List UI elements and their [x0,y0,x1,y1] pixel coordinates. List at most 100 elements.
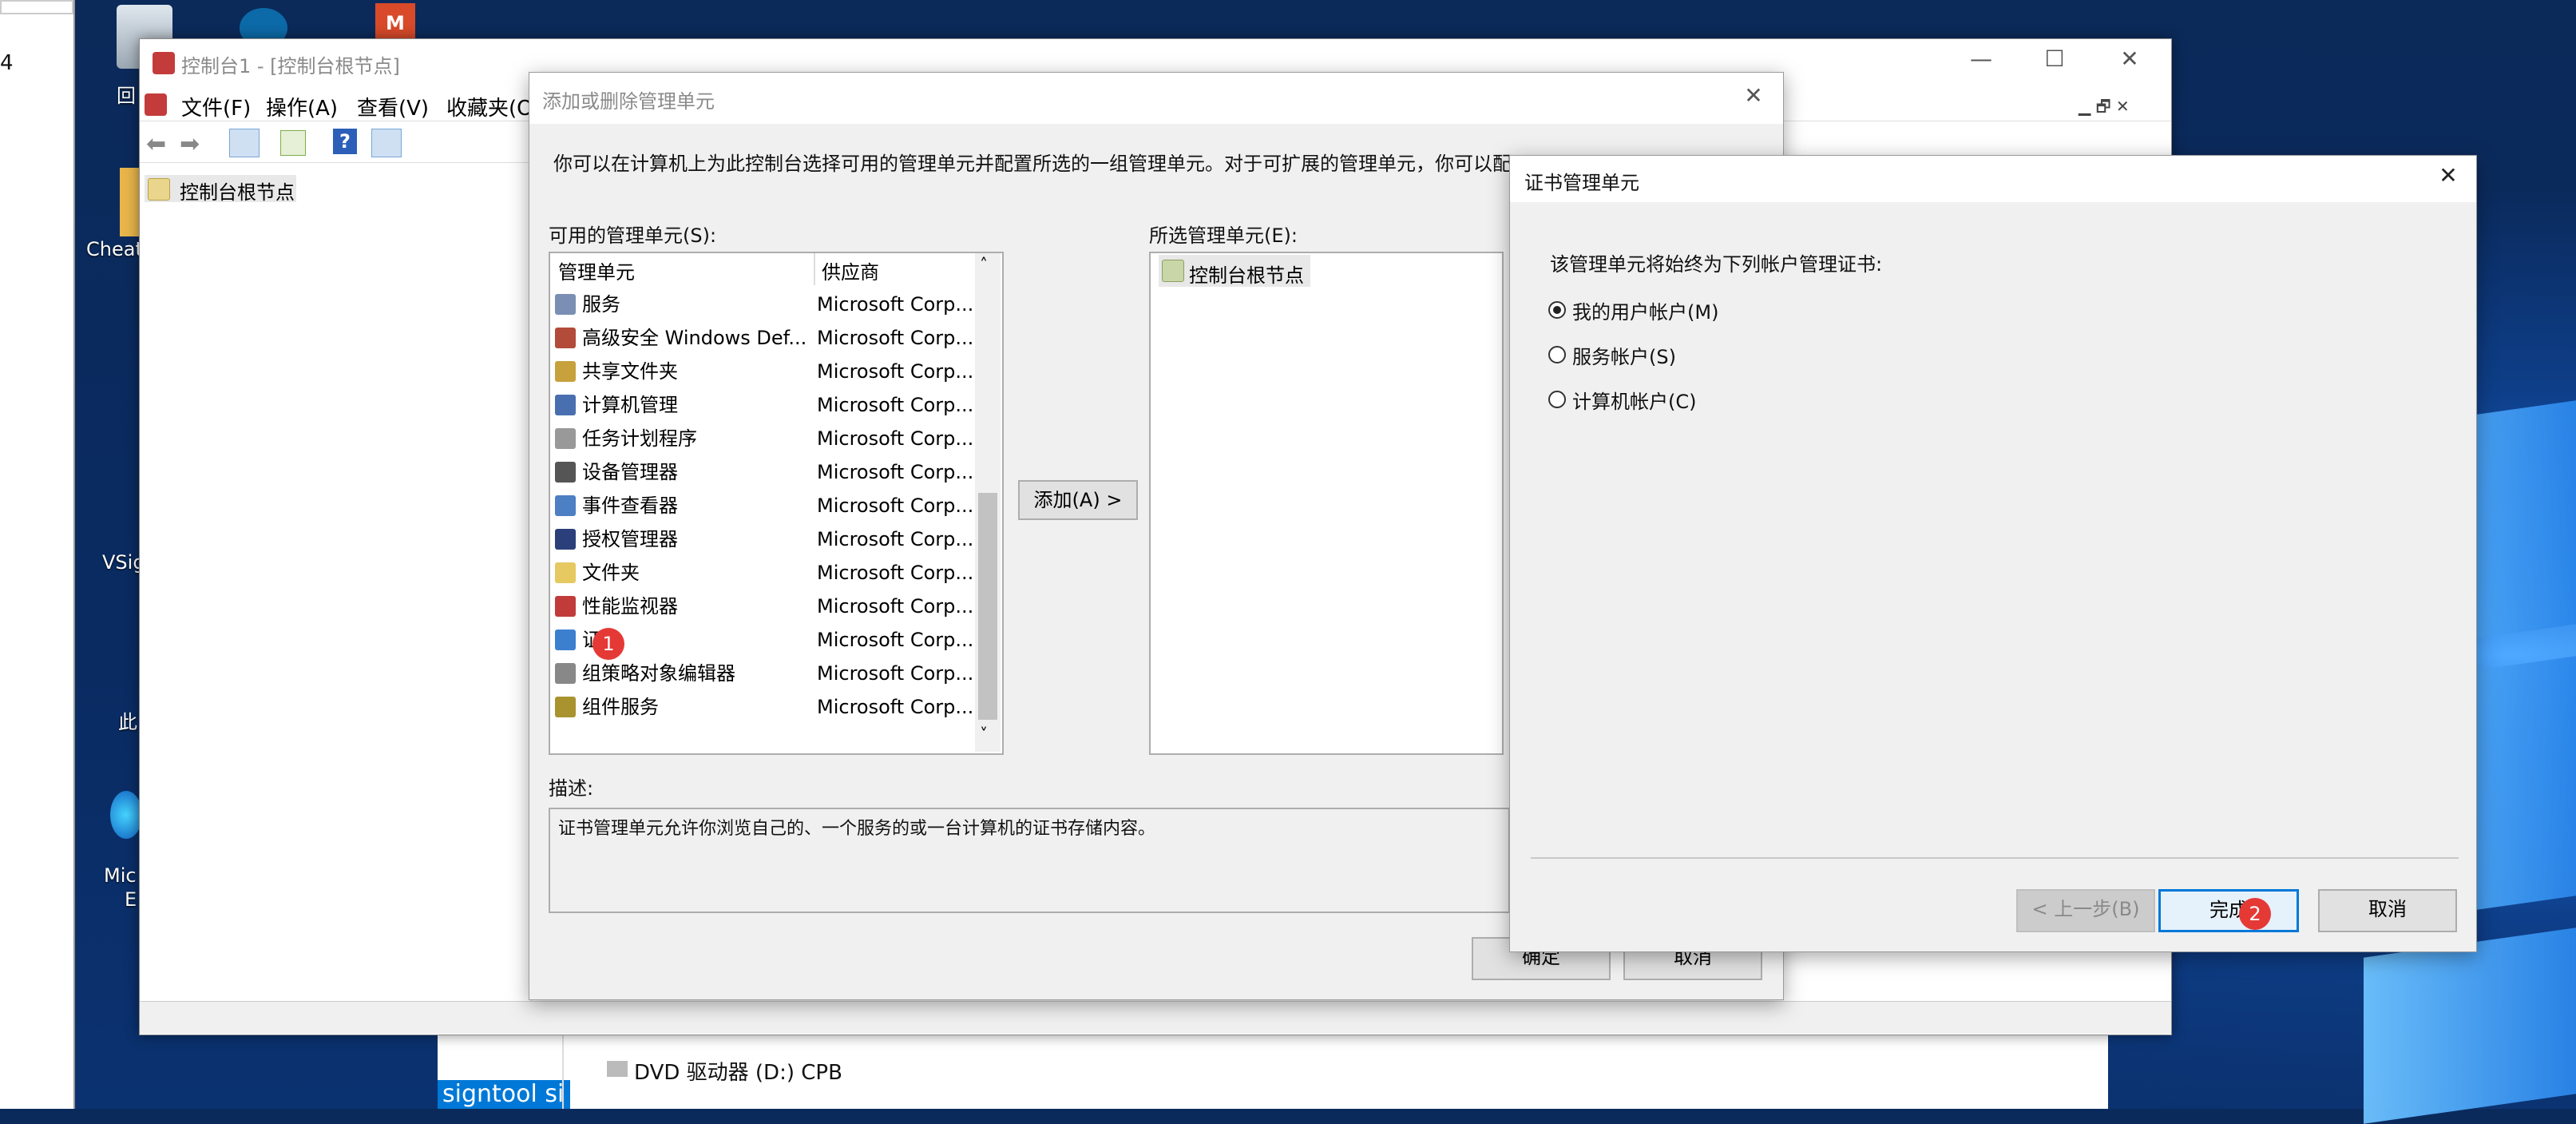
description-box: 证书管理单元允许你浏览自己的、一个服务的或一台计算机的证书存储内容。 [549,808,1510,913]
snapin-name: 共享文件夹 [582,360,678,383]
snapin-row[interactable]: 组件服务 Microsoft Corp... [555,689,974,723]
snapin-row[interactable]: 计算机管理 Microsoft Corp... [555,387,973,421]
tree-item-root[interactable]: 控制台根节点 [145,175,296,204]
dialog-titlebar: 添加或删除管理单元 ✕ [529,73,1783,124]
menu-action[interactable]: 操作(A) [266,92,338,121]
folder-icon[interactable] [120,168,141,236]
snapin-row[interactable]: 任务计划程序 Microsoft Corp... [555,421,973,455]
add-button[interactable]: 添加(A) > [1018,480,1138,520]
desktop-icon-label[interactable]: Cheat [86,238,143,260]
mdi-controls[interactable]: ▁ 🗗 ✕ [2079,95,2158,116]
scroll-down-icon[interactable]: ˅ [980,725,988,744]
export-list-icon[interactable] [280,130,306,156]
snapin-row[interactable]: 性能监视器 Microsoft Corp... [555,589,974,622]
dialog-titlebar: 证书管理单元 ✕ [1510,156,2476,202]
desktop-icon-label[interactable]: Mic [104,864,137,887]
snapin-row[interactable]: 设备管理器 Microsoft Corp... [555,455,973,488]
menu-view[interactable]: 查看(V) [357,92,429,121]
snapin-row[interactable]: 授权管理器 Microsoft Corp... [555,522,974,555]
scroll-thumb[interactable] [978,493,997,720]
snapin-name: 授权管理器 [582,528,678,550]
snapin-icon [555,395,576,415]
snapin-vendor: Microsoft Corp... [817,595,974,618]
radio-computer-account[interactable]: 计算机帐户(C) [1548,384,2027,416]
column-header-vendor[interactable]: 供应商 [814,256,965,284]
m-app-icon[interactable]: M [375,3,415,43]
snapin-name: 组策略对象编辑器 [582,662,735,685]
left-strip-text: 4 [0,51,14,75]
window-title: 控制台1 - [控制台根节点] [181,55,400,77]
radio-label[interactable]: 我的用户帐户(M) [1572,296,1718,324]
selected-label: 所选管理单元(E): [1149,224,1298,247]
snapin-icon [555,428,576,449]
back-arrow-icon[interactable]: ⬅ [146,130,166,158]
snapin-icon [555,562,576,583]
desktop-icon-label[interactable]: 此 [118,706,137,734]
divider [562,1035,564,1109]
minimize-button[interactable]: — [1957,46,2005,72]
scrollbar[interactable]: ˄ ˅ [975,253,1001,752]
radio-service-account[interactable]: 服务帐户(S) [1548,340,2027,371]
radio-label[interactable]: 服务帐户(S) [1572,341,1676,369]
column-header-snapin[interactable]: 管理单元 [558,256,798,284]
snapin-vendor: Microsoft Corp... [817,662,974,685]
snapin-name: 性能监视器 [582,595,678,618]
console-menu-icon[interactable] [145,93,167,116]
help-icon[interactable]: ? [333,129,357,154]
snapin-row[interactable]: 文件夹 Microsoft Corp... [555,555,974,589]
maximize-button[interactable]: ☐ [2031,46,2079,72]
snapin-row[interactable]: 组策略对象编辑器 Microsoft Corp... [555,656,974,689]
dialog-title: 证书管理单元 [1524,172,1639,194]
menu-file[interactable]: 文件(F) [181,92,251,121]
selected-text[interactable]: signtool si [438,1080,570,1109]
selected-item-label: 控制台根节点 [1189,264,1304,287]
certificates-snapin-dialog: 证书管理单元 ✕ 该管理单元将始终为下列帐户管理证书: 我的用户帐户(M) 服务… [1509,155,2477,952]
radio-button[interactable] [1548,391,1566,408]
radio-label[interactable]: 计算机帐户(C) [1572,386,1696,414]
snapin-icon [555,596,576,617]
available-snapins-list: 管理单元 供应商 服务 Microsoft Corp... 高级安全 Windows… [549,252,1004,755]
close-button[interactable]: ✕ [2106,46,2154,72]
desktop-icon-label[interactable]: E [125,888,137,911]
snapin-vendor: Microsoft Corp... [817,629,974,651]
snapin-icon [555,294,576,315]
snapin-icon [555,462,576,483]
step-badge-2: 2 [2239,898,2271,930]
forward-arrow-icon[interactable]: ➡ [180,130,200,158]
snapin-icon [555,361,576,382]
snapin-row[interactable]: 共享文件夹 Microsoft Corp... [555,354,973,387]
finish-button[interactable]: 完成 [2158,889,2299,932]
snapin-vendor: Microsoft Corp... [817,562,974,584]
snapin-name: 计算机管理 [582,394,678,416]
menu-favorites[interactable]: 收藏夹(O) [446,92,541,121]
dvd-drive-label[interactable]: DVD 驱动器 (D:) CPB [634,1056,842,1086]
scroll-up-icon[interactable]: ˄ [980,255,988,274]
selected-snapins-list: 控制台根节点 [1149,252,1504,755]
tree-root-label: 控制台根节点 [180,181,295,204]
status-bar [140,1001,2171,1034]
edge-icon[interactable] [110,791,142,839]
show-action-pane-icon[interactable] [371,129,402,157]
selected-item[interactable]: 控制台根节点 [1159,255,1310,287]
show-hide-tree-icon[interactable] [229,129,260,157]
snapin-row[interactable]: 服务 Microsoft Corp... [555,287,973,320]
snapin-name: 文件夹 [582,562,640,584]
snapin-row[interactable]: 事件查看器 Microsoft Corp... [555,488,973,522]
search-box-edge[interactable] [0,0,73,14]
close-button[interactable]: ✕ [1734,82,1773,109]
radio-my-user-account[interactable]: 我的用户帐户(M) [1548,295,2027,327]
snapin-icon [555,663,576,684]
snapin-vendor: Microsoft Corp... [817,696,974,718]
snapin-icon [555,328,576,348]
back-button[interactable]: < 上一步(B) [2016,889,2155,932]
cancel-button[interactable]: 取消 [2318,889,2457,932]
snapin-vendor: Microsoft Corp... [817,528,974,550]
snapin-name: 设备管理器 [582,461,678,483]
radio-button[interactable] [1548,301,1566,319]
snapin-row[interactable]: 高级安全 Windows Def... Microsoft Corp... [555,320,973,354]
snapin-name: 服务 [582,293,620,316]
desktop-icon-label[interactable]: 回 [117,80,136,108]
close-button[interactable]: ✕ [2428,162,2468,189]
folder-icon [1162,260,1184,282]
radio-button[interactable] [1548,346,1566,363]
